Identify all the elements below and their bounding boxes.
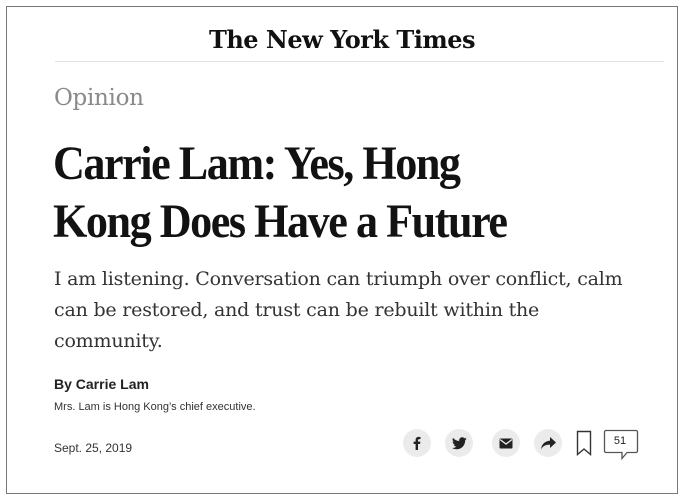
email-icon [499,438,513,448]
comments-button[interactable]: 51 [603,429,639,461]
publish-date: Sept. 25, 2019 [54,441,133,455]
email-share-button[interactable] [492,429,520,457]
share-arrow-icon [540,436,556,449]
author-bio: Mrs. Lam is Hong Kong’s chief executive. [54,401,256,413]
article-summary: I am listening. Conversation can triumph… [54,268,623,352]
article-card: The New York Times Opinion Carrie Lam: Y… [6,6,678,494]
facebook-icon [413,436,421,450]
headline: Carrie Lam: Yes, Hong Kong Does Have a F… [53,135,605,251]
section-label[interactable]: Opinion [54,85,144,111]
bookmark-icon [576,430,592,456]
masthead-divider [55,61,664,62]
headline-line-1: Carrie Lam: Yes, Hong [53,137,461,190]
save-button[interactable] [574,429,594,457]
comment-count: 51 [613,435,627,447]
twitter-share-button[interactable] [445,429,473,457]
twitter-icon [451,436,467,449]
more-share-button[interactable] [534,429,562,457]
headline-line-2: Kong Does Have a Future [53,195,508,248]
facebook-share-button[interactable] [403,429,431,457]
byline[interactable]: By Carrie Lam [54,376,149,392]
nyt-logo[interactable]: The New York Times [7,25,677,54]
